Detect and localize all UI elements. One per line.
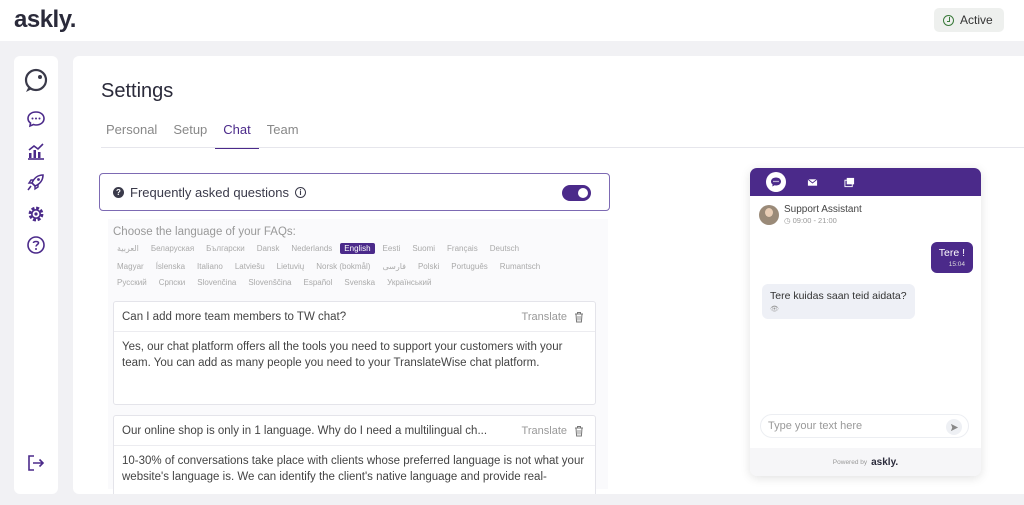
lang-option[interactable]: Italiano <box>193 261 227 272</box>
chat-icon[interactable] <box>26 109 46 129</box>
lang-option[interactable]: Norsk (bokmål) <box>312 261 374 272</box>
trash-icon[interactable] <box>574 425 584 437</box>
seen-icon: 👁 <box>770 306 779 313</box>
lang-option[interactable]: Suomi <box>408 243 439 254</box>
lang-option[interactable]: Polski <box>414 261 443 272</box>
powered-by-label: Powered by <box>832 458 868 466</box>
input-placeholder: Type your text here <box>768 420 863 432</box>
lang-option[interactable]: العربية <box>113 243 143 254</box>
logout-icon[interactable] <box>26 453 46 473</box>
faq-item: Can I add more team members to TW chat? … <box>113 301 596 405</box>
lang-option[interactable]: Latviešu <box>231 261 269 272</box>
faq-question-text: Can I add more team members to TW chat? <box>122 310 347 323</box>
incoming-message: Tere kuidas saan teid aidata? 👁 <box>762 284 915 319</box>
lang-option[interactable]: Slovenčina <box>193 277 240 288</box>
lang-option[interactable]: Український <box>383 277 435 288</box>
faq-question-text: Our online shop is only in 1 language. W… <box>122 424 488 437</box>
widget-faq-icon[interactable] <box>839 172 859 192</box>
faq-header: ? Frequently asked questions i <box>99 173 610 211</box>
agent-name: Support Assistant <box>784 204 862 215</box>
page-title: Settings <box>101 80 174 102</box>
widget-header <box>750 168 981 196</box>
language-row-1: العربية Беларуская Български Dansk Neder… <box>113 243 527 254</box>
faq-toggle[interactable] <box>562 185 591 201</box>
powered-by: Powered by askly. <box>750 448 981 476</box>
lang-option[interactable]: Беларуская <box>147 243 198 254</box>
language-label: Choose the language of your FAQs: <box>113 226 296 238</box>
settings-icon[interactable] <box>26 204 46 224</box>
tab-team[interactable]: Team <box>259 122 307 149</box>
lang-option-selected[interactable]: English <box>340 243 375 254</box>
agent-info: Support Assistant ◷ 09:00 - 21:00 <box>759 204 862 225</box>
faq-item: Our online shop is only in 1 language. W… <box>113 415 596 494</box>
lang-option[interactable]: فارسی <box>378 261 410 272</box>
settings-tabs: Personal Setup Chat Team <box>101 122 307 149</box>
widget-message-input[interactable]: Type your text here <box>760 414 969 438</box>
lang-option[interactable]: Slovenščina <box>244 277 295 288</box>
language-row-2: Magyar Íslenska Italiano Latviešu Lietuv… <box>113 261 548 272</box>
lang-option[interactable]: Eesti <box>379 243 405 254</box>
lang-option[interactable]: Português <box>447 261 491 272</box>
lang-option[interactable]: Magyar <box>113 261 148 272</box>
avatar <box>759 204 779 225</box>
logo-bubble-icon[interactable] <box>23 68 49 94</box>
faq-question[interactable]: Our online shop is only in 1 language. W… <box>114 416 595 446</box>
help-icon[interactable] <box>26 235 46 255</box>
language-row-3: Русский Српски Slovenčina Slovenščina Es… <box>113 277 439 288</box>
agent-hours: ◷ 09:00 - 21:00 <box>784 216 837 225</box>
lang-option[interactable]: Svenska <box>340 277 379 288</box>
faq-title: Frequently asked questions <box>130 184 289 200</box>
lang-option[interactable]: Русский <box>113 277 151 288</box>
lang-option[interactable]: Български <box>202 243 249 254</box>
askly-logo[interactable]: askly. <box>14 6 76 34</box>
lang-option[interactable]: Nederlands <box>287 243 336 254</box>
tabs-divider <box>101 147 1024 148</box>
question-icon: ? <box>113 186 124 198</box>
stats-icon[interactable] <box>26 141 46 161</box>
powered-by-brand: askly. <box>871 456 899 468</box>
status-button[interactable]: Active <box>934 8 1004 32</box>
lang-option[interactable]: Íslenska <box>152 261 189 272</box>
trash-icon[interactable] <box>574 311 584 323</box>
main-panel: Settings Personal Setup Chat Team ? Freq… <box>73 56 1024 494</box>
lang-option[interactable]: Rumantsch <box>496 261 544 272</box>
lang-option[interactable]: Dansk <box>253 243 284 254</box>
lang-option[interactable]: Français <box>443 243 482 254</box>
lang-option[interactable]: Српски <box>155 277 190 288</box>
status-label: Active <box>960 13 993 27</box>
message-text: Tere kuidas saan teid aidata? <box>770 290 907 302</box>
top-bar: askly. Active <box>0 0 1024 41</box>
translate-button[interactable]: Translate <box>522 311 567 323</box>
rocket-icon[interactable] <box>26 172 46 192</box>
sidebar <box>14 56 58 494</box>
lang-option[interactable]: Español <box>300 277 337 288</box>
chat-widget-preview: Support Assistant ◷ 09:00 - 21:00 Tere !… <box>750 168 981 476</box>
lang-option[interactable]: Deutsch <box>486 243 523 254</box>
clock-icon <box>943 14 954 26</box>
faq-answer[interactable]: 10-30% of conversations take place with … <box>114 446 595 492</box>
outgoing-message: Tere ! 15:04 <box>930 242 973 273</box>
message-text: Tere ! <box>938 247 965 259</box>
translate-button[interactable]: Translate <box>522 425 567 437</box>
send-icon[interactable] <box>946 419 962 435</box>
faq-question[interactable]: Can I add more team members to TW chat? … <box>114 302 595 332</box>
lang-option[interactable]: Lietuvių <box>273 261 309 272</box>
tab-setup[interactable]: Setup <box>165 122 215 149</box>
message-time: 15:04 <box>948 261 965 268</box>
tab-chat[interactable]: Chat <box>215 122 259 149</box>
widget-mail-icon[interactable] <box>802 172 822 192</box>
faq-answer[interactable]: Yes, our chat platform offers all the to… <box>114 332 595 378</box>
info-icon[interactable]: i <box>294 186 306 198</box>
tab-personal[interactable]: Personal <box>101 122 165 149</box>
widget-chat-icon[interactable] <box>766 172 786 192</box>
